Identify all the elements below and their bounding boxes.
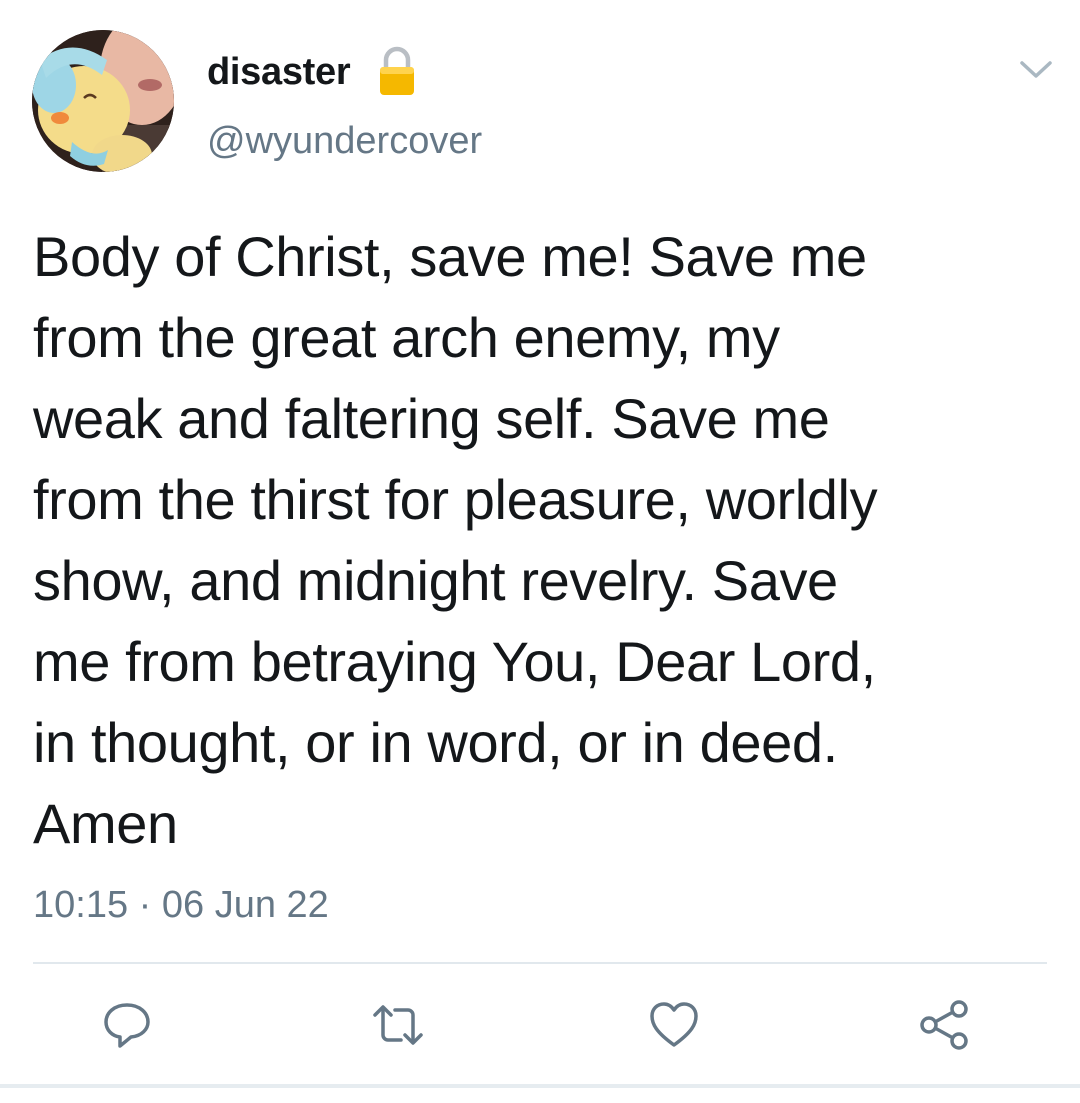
tweet-text-line: weak and faltering self. Save me [33, 387, 830, 450]
tweet-text-line: Body of Christ, save me! Save me [33, 225, 867, 288]
heart-icon[interactable] [644, 995, 704, 1055]
avatar[interactable] [32, 30, 174, 172]
tweet-text-line: in thought, or in word, or in deed. [33, 711, 838, 774]
avatar-image [32, 30, 174, 172]
tweet-text: Body of Christ, save me! Save me from th… [33, 216, 1043, 864]
divider [33, 962, 1047, 964]
lock-icon [380, 46, 414, 95]
retweet-icon[interactable] [368, 995, 428, 1055]
display-name[interactable]: disaster [207, 49, 351, 95]
chevron-down-icon[interactable] [1016, 56, 1056, 82]
reply-icon[interactable] [97, 995, 157, 1055]
tweet-text-line: Amen [33, 792, 178, 855]
share-icon[interactable] [914, 995, 974, 1055]
user-handle[interactable]: @wyundercover [207, 118, 482, 164]
tweet-timestamp[interactable]: 10:15 · 06 Jun 22 [33, 882, 329, 928]
tweet-text-line: show, and midnight revelry. Save [33, 549, 838, 612]
tweet-text-line: from the great arch enemy, my [33, 306, 780, 369]
tweet-text-line: from the thirst for pleasure, worldly [33, 468, 878, 531]
tweet-bottom-border [0, 1084, 1080, 1088]
tweet-text-line: me from betraying You, Dear Lord, [33, 630, 876, 693]
